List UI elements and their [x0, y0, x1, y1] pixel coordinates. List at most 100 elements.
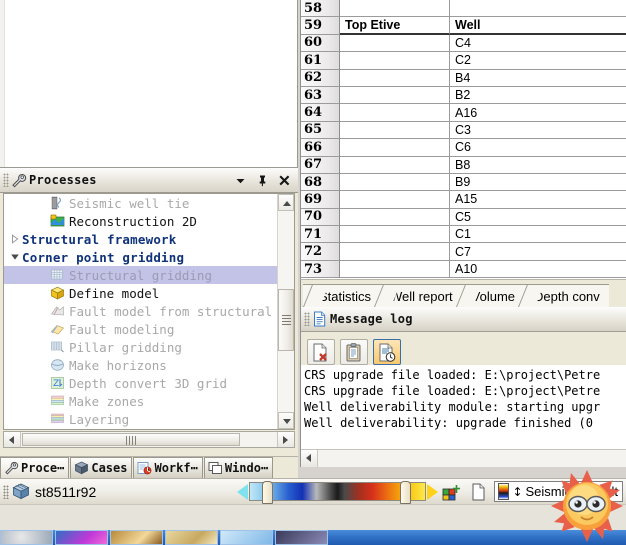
row-number-header[interactable]: 64	[301, 104, 340, 122]
spreadsheet-row[interactable]: 59 Top Etive Well	[301, 17, 626, 35]
spreadsheet-row[interactable]: 65 C3	[301, 121, 626, 140]
process-item-make-zones[interactable]: Make zones	[4, 392, 277, 410]
spreadsheet-row[interactable]: 62 B4	[301, 69, 626, 87]
processes-tree-hscrollbar[interactable]	[3, 431, 295, 448]
spreadsheet-row[interactable]: 72 C7	[301, 243, 626, 261]
process-item-fault-model-from-structural[interactable]: Fault model from structural	[4, 302, 277, 320]
row-number-header[interactable]: 61	[301, 52, 340, 70]
spreadsheet-row[interactable]: 58	[301, 0, 626, 18]
cell-well[interactable]: C6	[450, 139, 626, 157]
new-document-icon[interactable]	[469, 483, 488, 501]
cell-top-etive[interactable]	[340, 52, 450, 70]
row-number-header[interactable]: 67	[301, 156, 340, 174]
timestamp-log-button[interactable]	[373, 338, 401, 365]
spreadsheet-grid[interactable]: 58 59 Top Etive Well 60 C4 61 C2 62 B4 63 B2 64 A16 65…	[300, 0, 626, 279]
spreadsheet-row[interactable]: 69 A15	[301, 191, 626, 209]
scroll-down-arrow-icon[interactable]	[278, 412, 294, 429]
process-item-make-horizons[interactable]: Make horizons	[4, 356, 277, 374]
spreadsheet-row[interactable]: 66 C6	[301, 139, 626, 157]
scroll-left-arrow-icon[interactable]	[4, 432, 21, 447]
cell-well[interactable]: B2	[450, 87, 626, 105]
copy-log-button[interactable]	[340, 338, 368, 365]
cell-well[interactable]: C4	[450, 35, 626, 53]
colorbar-left-arrow-icon[interactable]	[237, 483, 249, 500]
cell-top-etive[interactable]: Top Etive	[340, 17, 450, 35]
close-icon[interactable]	[278, 174, 291, 187]
color-table-icon[interactable]	[442, 483, 461, 501]
taskbar-item-5[interactable]	[220, 530, 273, 545]
left-tab-cases[interactable]: Cases	[70, 457, 133, 478]
cell-well[interactable]: C5	[450, 209, 626, 227]
row-number-header[interactable]: 62	[301, 69, 340, 87]
process-item-structural-framework[interactable]: Structural framework	[4, 230, 277, 248]
process-item-reconstruction-2d[interactable]: Reconstruction 2D	[4, 212, 277, 230]
processes-tree[interactable]: Seismic well tie Reconstruction 2D Structu…	[3, 193, 295, 430]
cell-well[interactable]: C1	[450, 226, 626, 244]
row-number-header[interactable]: 58	[301, 0, 340, 18]
cell-well[interactable]: C2	[450, 52, 626, 70]
cell-well[interactable]	[450, 0, 626, 18]
cell-well[interactable]: B4	[450, 70, 626, 87]
row-number-header[interactable]: 60	[301, 34, 340, 53]
cell-top-etive[interactable]	[340, 173, 450, 192]
taskbar-item-4[interactable]	[165, 530, 218, 545]
vscrollbar-thumb[interactable]	[278, 289, 294, 351]
spreadsheet-row[interactable]: 73 A10	[301, 260, 626, 279]
empty-document-view[interactable]	[0, 0, 298, 168]
process-item-layering[interactable]: Layering	[4, 410, 277, 428]
cell-top-etive[interactable]	[340, 86, 450, 105]
cell-well[interactable]: B9	[450, 174, 626, 192]
sheet-tab-well-report[interactable]: Well report	[374, 284, 462, 307]
message-log-hscrollbar[interactable]	[301, 449, 626, 467]
cell-top-etive[interactable]	[340, 243, 450, 261]
cell-top-etive[interactable]	[340, 121, 450, 140]
row-number-header[interactable]: 70	[301, 208, 340, 227]
scroll-right-arrow-icon[interactable]	[277, 432, 294, 447]
colorbar-right-arrow-icon[interactable]	[427, 483, 439, 500]
cell-well[interactable]: A15	[450, 191, 626, 209]
pin-icon[interactable]	[256, 174, 269, 187]
process-item-corner-point-gridding[interactable]: Corner point gridding	[4, 248, 277, 266]
taskbar-item-1[interactable]	[0, 530, 53, 545]
row-number-header[interactable]: 66	[301, 139, 340, 157]
collapse-triangle-icon[interactable]	[8, 250, 22, 264]
chevron-down-icon[interactable]	[234, 174, 247, 187]
left-tab-workf[interactable]: Workf⋯	[133, 457, 203, 478]
cell-top-etive[interactable]	[340, 191, 450, 209]
process-item-seismic-well-tie[interactable]: Seismic well tie	[4, 194, 277, 212]
cell-top-etive[interactable]	[340, 34, 450, 53]
updown-arrow-icon[interactable]: ↕	[512, 486, 522, 498]
expand-triangle-icon[interactable]	[8, 232, 22, 246]
row-number-header[interactable]: 71	[301, 226, 340, 244]
row-number-header[interactable]: 72	[301, 243, 340, 261]
cell-top-etive[interactable]	[340, 260, 450, 279]
spreadsheet-row[interactable]: 60 C4	[301, 34, 626, 53]
cell-top-etive[interactable]	[340, 139, 450, 157]
message-log-titlebar[interactable]: Message log	[301, 307, 626, 332]
cell-well[interactable]: B8	[450, 157, 626, 174]
cell-top-etive[interactable]	[340, 226, 450, 244]
cell-top-etive[interactable]	[340, 104, 450, 122]
colorbar-handle-min[interactable]	[262, 481, 274, 504]
color-template-selector[interactable]: ↕ Seismic (default	[494, 481, 623, 502]
process-item-depth-convert-3d-grid[interactable]: Z Depth convert 3D grid	[4, 374, 277, 392]
taskbar-item-3[interactable]	[110, 530, 163, 545]
cell-well[interactable]: C7	[450, 243, 626, 261]
left-tab-proce[interactable]: Proce⋯	[0, 457, 70, 478]
scroll-left-arrow-icon[interactable]	[301, 450, 318, 467]
spreadsheet-row[interactable]: 67 B8	[301, 156, 626, 174]
cell-well[interactable]: Well	[450, 17, 626, 35]
process-item-fault-modeling[interactable]: Fault modeling	[4, 320, 277, 338]
cell-top-etive[interactable]	[340, 156, 450, 174]
scroll-up-arrow-icon[interactable]	[278, 194, 294, 211]
spreadsheet-row[interactable]: 71 C1	[301, 226, 626, 244]
row-number-header[interactable]: 69	[301, 191, 340, 209]
hscrollbar-thumb[interactable]	[22, 433, 240, 446]
statusbar-grip[interactable]	[3, 484, 9, 499]
spreadsheet-row[interactable]: 70 C5	[301, 208, 626, 227]
process-item-define-model[interactable]: Define model	[4, 284, 277, 302]
taskbar-item-2[interactable]	[55, 530, 108, 545]
spreadsheet-row[interactable]: 64 A16	[301, 104, 626, 122]
spreadsheet-row[interactable]: 63 B2	[301, 86, 626, 105]
panel-drag-grip[interactable]	[304, 312, 310, 326]
